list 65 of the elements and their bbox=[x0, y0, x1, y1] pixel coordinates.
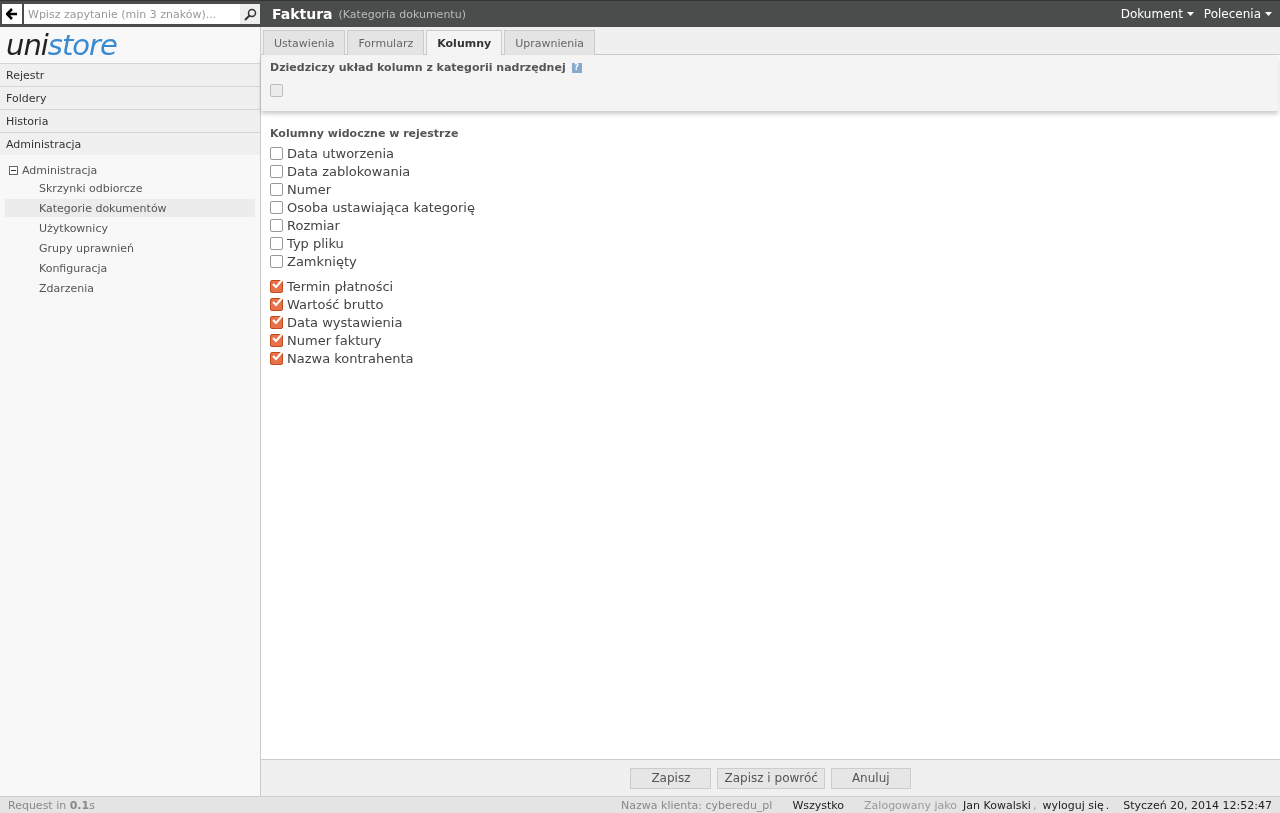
collapse-icon[interactable] bbox=[9, 165, 18, 175]
page-subtitle: (Kategoria dokumentu) bbox=[338, 7, 466, 21]
caret-icon bbox=[1186, 12, 1194, 16]
checkbox-label: Zamknięty bbox=[287, 253, 357, 269]
checkbox-label: Data zablokowania bbox=[287, 163, 411, 179]
search-button[interactable] bbox=[240, 4, 260, 24]
checkbox[interactable] bbox=[270, 333, 283, 347]
checkbox-label: Wartość brutto bbox=[287, 296, 384, 312]
checkbox-label: Numer bbox=[287, 181, 331, 197]
login-text: . bbox=[1105, 798, 1110, 812]
tab[interactable]: Uprawnienia bbox=[504, 30, 596, 55]
checkbox[interactable] bbox=[270, 164, 283, 178]
tab[interactable]: Kolumny bbox=[426, 30, 503, 55]
checkbox-label: Data wystawienia bbox=[287, 314, 403, 330]
checkbox-label: Typ pliku bbox=[287, 235, 344, 251]
inherit-label: Dziedziczy układ kolumn z kategorii nadrzędnej bbox=[270, 61, 566, 74]
tree-item[interactable]: Zdarzenia bbox=[5, 279, 255, 297]
client-name: Nazwa klienta: cyberedu_pl bbox=[621, 798, 773, 812]
sidebar-section[interactable]: Rejestr bbox=[0, 63, 260, 86]
checkbox-label: Osoba ustawiająca kategorię bbox=[287, 199, 475, 215]
checkbox[interactable] bbox=[270, 182, 283, 196]
tree-item[interactable]: Użytkownicy bbox=[5, 219, 255, 237]
sidebar-section[interactable]: Administracja bbox=[0, 132, 260, 155]
tree-item[interactable]: Grupy uprawnień bbox=[5, 239, 255, 257]
tree-item[interactable]: Kategorie dokumentów bbox=[5, 199, 255, 217]
menu-button[interactable]: Polecenia bbox=[1203, 7, 1272, 21]
menu-button[interactable]: Dokument bbox=[1120, 7, 1194, 21]
tab[interactable]: Ustawienia bbox=[263, 30, 346, 55]
sidebar-section[interactable]: Historia bbox=[0, 109, 260, 132]
tab[interactable]: Formularz bbox=[347, 30, 425, 55]
back-button[interactable] bbox=[2, 4, 22, 24]
checkbox[interactable] bbox=[270, 297, 283, 311]
date-time: Styczeń 20, 2014 12:52:47 bbox=[1123, 798, 1272, 812]
action-button[interactable]: Anuluj bbox=[830, 767, 911, 789]
login-text: Zalogowany jako bbox=[864, 798, 958, 812]
checkbox-label: Numer faktury bbox=[287, 332, 382, 348]
checkbox[interactable] bbox=[270, 218, 283, 232]
checkbox-label: Nazwa kontrahenta bbox=[287, 350, 414, 366]
section-title: Kolumny widoczne w rejestrze bbox=[270, 127, 460, 140]
tree-item[interactable]: Skrzynki odbiorcze bbox=[5, 179, 255, 197]
action-button[interactable]: Zapisz i powróć bbox=[717, 767, 825, 789]
checkbox[interactable] bbox=[270, 146, 283, 160]
arrow-left-icon bbox=[6, 8, 18, 20]
checkbox[interactable] bbox=[270, 279, 283, 293]
page-title: Faktura bbox=[272, 6, 333, 22]
checkbox-label: Data utworzenia bbox=[287, 145, 395, 161]
checkbox[interactable] bbox=[270, 236, 283, 250]
tree-item[interactable]: Konfiguracja bbox=[5, 259, 255, 277]
logo: unistore bbox=[5, 27, 118, 63]
checkbox-label: Termin płatności bbox=[287, 278, 394, 294]
checkbox[interactable] bbox=[270, 200, 283, 214]
checkbox[interactable] bbox=[270, 254, 283, 268]
checkbox[interactable] bbox=[270, 315, 283, 329]
caret-icon bbox=[1265, 12, 1272, 16]
login-text: Jan Kowalski bbox=[963, 798, 1031, 812]
logout-link[interactable]: wyloguj się bbox=[1042, 798, 1104, 812]
request-time: Request in 0.1s bbox=[8, 798, 95, 812]
search-icon bbox=[243, 7, 257, 21]
action-button[interactable]: Zapisz bbox=[630, 767, 712, 789]
tree-item[interactable]: Administracja bbox=[22, 163, 98, 177]
scope-filter[interactable]: Wszystko bbox=[792, 798, 845, 812]
checkbox-label: Rozmiar bbox=[287, 217, 340, 233]
login-text: , bbox=[1032, 798, 1037, 812]
checkbox[interactable] bbox=[270, 351, 283, 365]
sidebar-section[interactable]: Foldery bbox=[0, 86, 260, 109]
